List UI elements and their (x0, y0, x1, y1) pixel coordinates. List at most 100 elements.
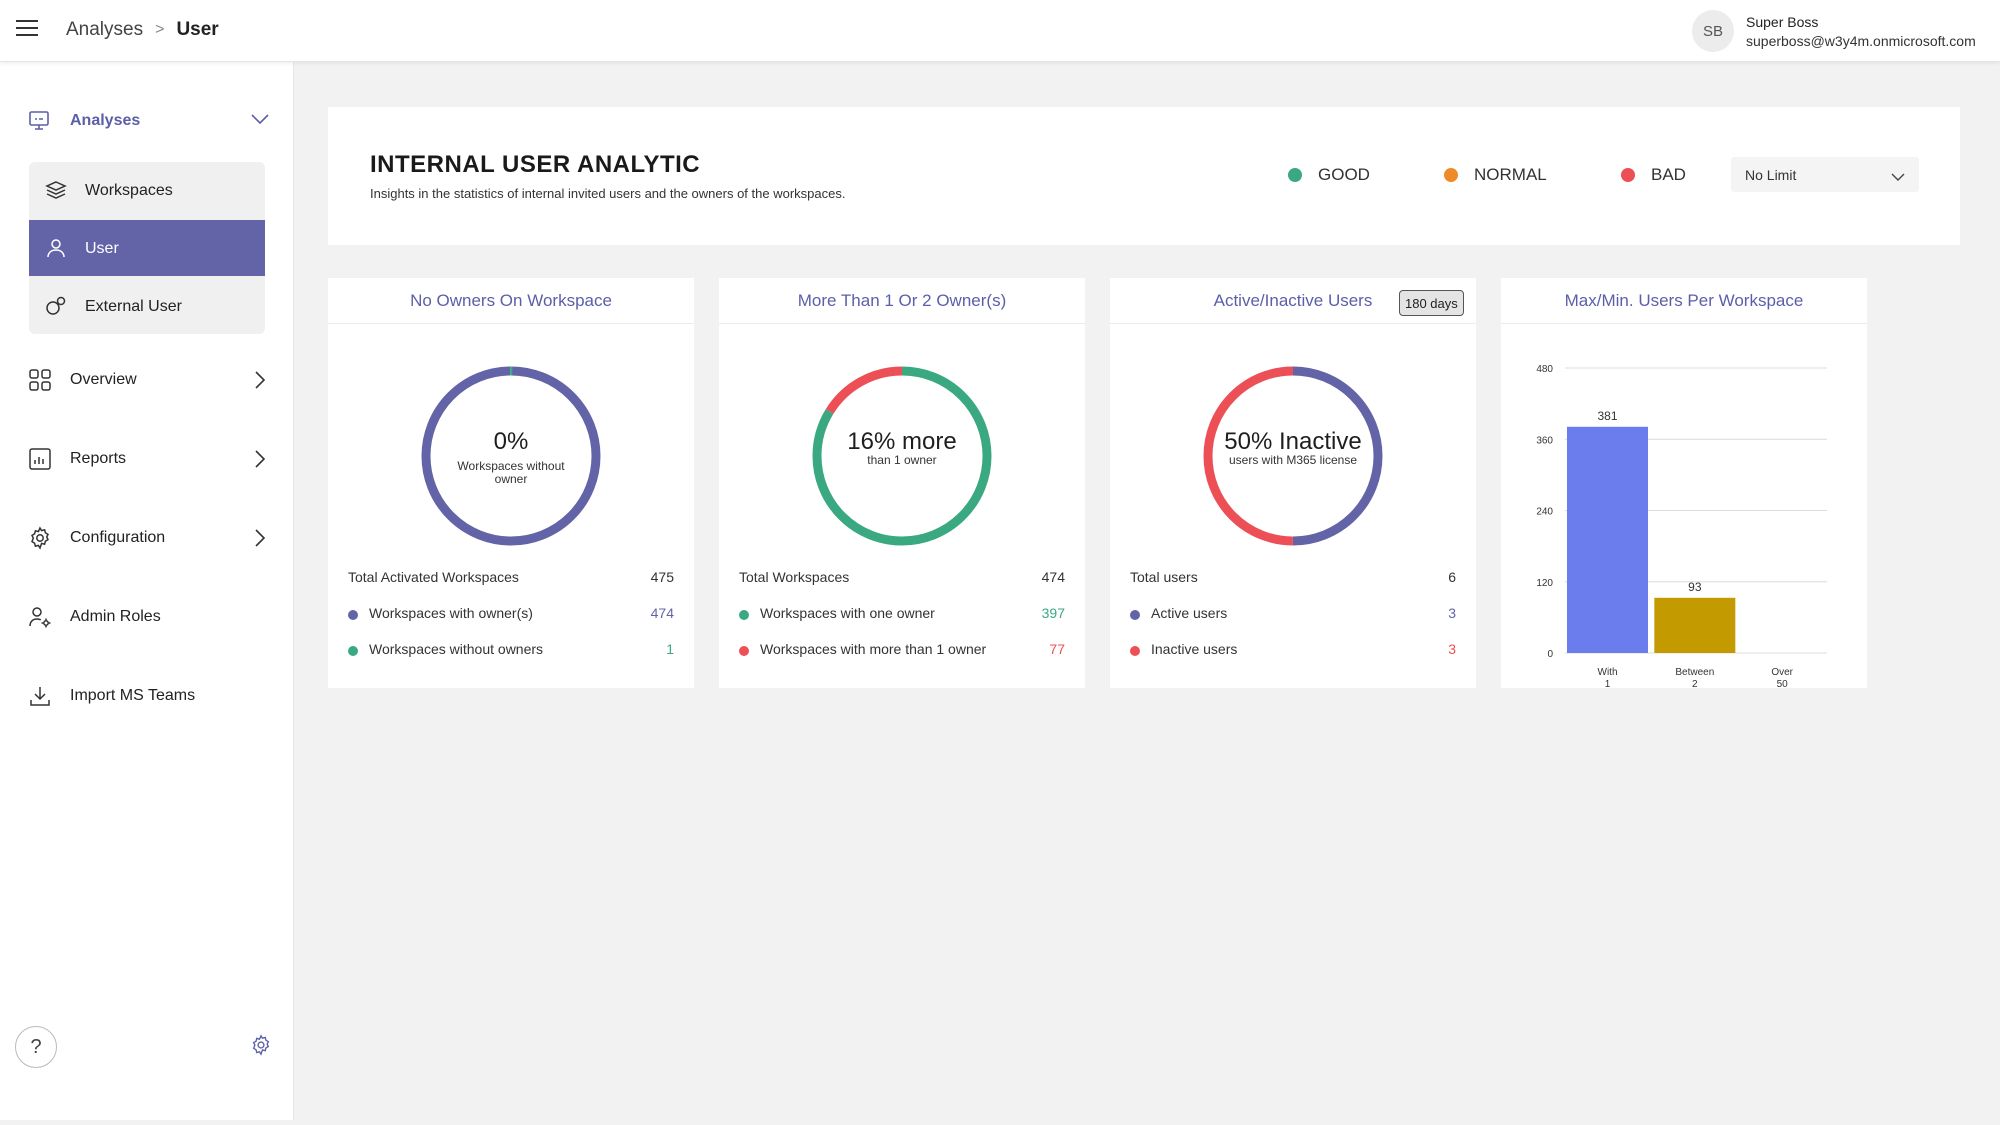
donut-caption: users with M365 license (1228, 453, 1358, 467)
donut-main-value: 50% Inactive (1224, 428, 1362, 455)
sidebar-item-import-ms-teams[interactable]: Import MS Teams (0, 668, 294, 724)
breadcrumb-analyses[interactable]: Analyses (66, 19, 143, 41)
stat-total: Total users 6 (1130, 569, 1456, 589)
stat-total: Total Activated Workspaces 475 (348, 569, 674, 589)
y-tick-label: 360 (1536, 435, 1553, 446)
sidebar-group-analyses[interactable]: Analyses (0, 92, 294, 148)
bar[interactable] (1567, 426, 1648, 653)
stat-row: Workspaces with owner(s) 474 (348, 605, 674, 625)
stat-label: Total Activated Workspaces (348, 569, 519, 585)
y-tick-label: 240 (1536, 507, 1553, 518)
stat-label: Inactive users (1151, 641, 1238, 657)
card-active-inactive: Active/Inactive Users 180 days 50% Inact… (1110, 278, 1476, 688)
donut-chart (421, 366, 601, 546)
sidebar-item-external-user[interactable]: External User (29, 278, 265, 334)
chevron-right-icon: > (155, 21, 165, 38)
bar-value-label: 93 (1688, 580, 1702, 594)
stat-dot (739, 610, 749, 620)
user-name: Super Boss (1746, 14, 1819, 30)
bar-chart: 0120240360480381With1member93Between2to5… (1536, 364, 1827, 688)
days-badge[interactable]: 180 days (1399, 290, 1464, 316)
legend-label: BAD (1651, 165, 1686, 184)
card-header: More Than 1 Or 2 Owner(s) (719, 278, 1085, 324)
limit-dropdown[interactable]: No Limit (1731, 157, 1919, 192)
card-title: Max/Min. Users Per Workspace (1564, 291, 1804, 310)
legend-label: NORMAL (1474, 165, 1547, 184)
sidebar-item-label: Workspaces (85, 182, 173, 199)
card-title: No Owners On Workspace (410, 291, 612, 310)
chevron-down-icon (1891, 169, 1905, 185)
chevron-down-icon[interactable] (250, 112, 270, 131)
stat-value: 475 (650, 569, 674, 585)
sidebar-item-user[interactable]: User (29, 220, 265, 276)
x-tick-label: 2 (1692, 679, 1698, 688)
settings-gear-icon[interactable] (250, 1034, 272, 1061)
hamburger-menu-icon[interactable] (16, 20, 38, 38)
stat-label: Total Workspaces (739, 569, 850, 585)
breadcrumb: Analyses > User (66, 19, 219, 41)
stat-value: 6 (1448, 569, 1456, 585)
bar[interactable] (1654, 597, 1736, 653)
stat-total: Total Workspaces 474 (739, 569, 1065, 589)
stat-dot (739, 646, 749, 656)
gear-icon (28, 526, 52, 555)
sidebar-item-label: Configuration (70, 529, 166, 546)
bar-chart-icon (28, 447, 52, 476)
stat-label: Workspaces with owner(s) (369, 605, 533, 621)
card-users-per-workspace: Max/Min. Users Per Workspace 0 120 240 360 4… (1501, 278, 1867, 688)
stat-row: Workspaces with more than 1 owner 77 (739, 641, 1065, 661)
limit-dropdown-value: No Limit (1745, 166, 1797, 183)
sidebar-item-label: Admin Roles (70, 608, 161, 625)
card-header: Max/Min. Users Per Workspace (1501, 278, 1867, 324)
monitor-icon (28, 110, 50, 137)
sidebar: Analyses Workspaces User External User O… (0, 62, 294, 1120)
stat-value: 474 (1041, 569, 1065, 585)
legend-dot (1444, 168, 1458, 182)
layers-icon (45, 179, 67, 206)
card-no-owners: No Owners On Workspace 0% Workspaces wit… (328, 278, 694, 688)
stat-value: 1 (666, 641, 674, 657)
y-tick-label: 480 (1536, 364, 1553, 375)
grid-icon (28, 368, 52, 397)
sidebar-item-label: External User (85, 298, 182, 315)
stat-dot (348, 610, 358, 620)
card-owner-count: More Than 1 Or 2 Owner(s) 16% more than … (719, 278, 1085, 688)
sidebar-item-admin-roles[interactable]: Admin Roles (0, 589, 294, 645)
page-title: INTERNAL USER ANALYTIC (370, 151, 701, 178)
avatar[interactable]: SB (1692, 10, 1734, 52)
external-user-icon (45, 295, 67, 322)
legend-dot (1288, 168, 1302, 182)
donut-caption: Workspaces without owner (457, 459, 565, 486)
legend-label: GOOD (1318, 165, 1370, 184)
chevron-right-icon (254, 528, 266, 553)
donut-main-value: 16% more (847, 428, 957, 455)
download-icon (28, 684, 52, 713)
y-tick-label: 120 (1536, 578, 1553, 589)
donut-caption: than 1 owner (867, 453, 937, 467)
sidebar-item-reports[interactable]: Reports (0, 431, 294, 487)
sidebar-item-workspaces[interactable]: Workspaces (29, 162, 265, 218)
chevron-right-icon (254, 449, 266, 474)
stat-dot (348, 646, 358, 656)
stat-dot (1130, 646, 1140, 656)
sidebar-item-overview[interactable]: Overview (0, 352, 294, 408)
legend-dot (1621, 168, 1635, 182)
page-subtitle: Insights in the statistics of internal i… (370, 186, 846, 201)
user-email: superboss@w3y4m.onmicrosoft.com (1746, 33, 1976, 49)
help-button[interactable]: ? (15, 1026, 57, 1068)
stat-dot (1130, 610, 1140, 620)
x-tick-label: Over (1771, 667, 1793, 678)
card-header: No Owners On Workspace (328, 278, 694, 324)
sidebar-item-configuration[interactable]: Configuration (0, 510, 294, 566)
sidebar-item-label: Reports (70, 450, 127, 467)
sidebar-item-label: Import MS Teams (70, 687, 196, 704)
donut-segment-1 (421, 366, 601, 546)
stat-value: 397 (1041, 605, 1065, 621)
analytics-header-card: INTERNAL USER ANALYTIC Insights in the s… (328, 107, 1960, 245)
stat-row: Workspaces without owners 1 (348, 641, 674, 661)
stat-label: Total users (1130, 569, 1198, 585)
sidebar-group-label: Analyses (70, 112, 141, 129)
stat-row: Workspaces with one owner 397 (739, 605, 1065, 625)
donut-main-value: 0% (493, 428, 529, 455)
chevron-right-icon (254, 370, 266, 395)
